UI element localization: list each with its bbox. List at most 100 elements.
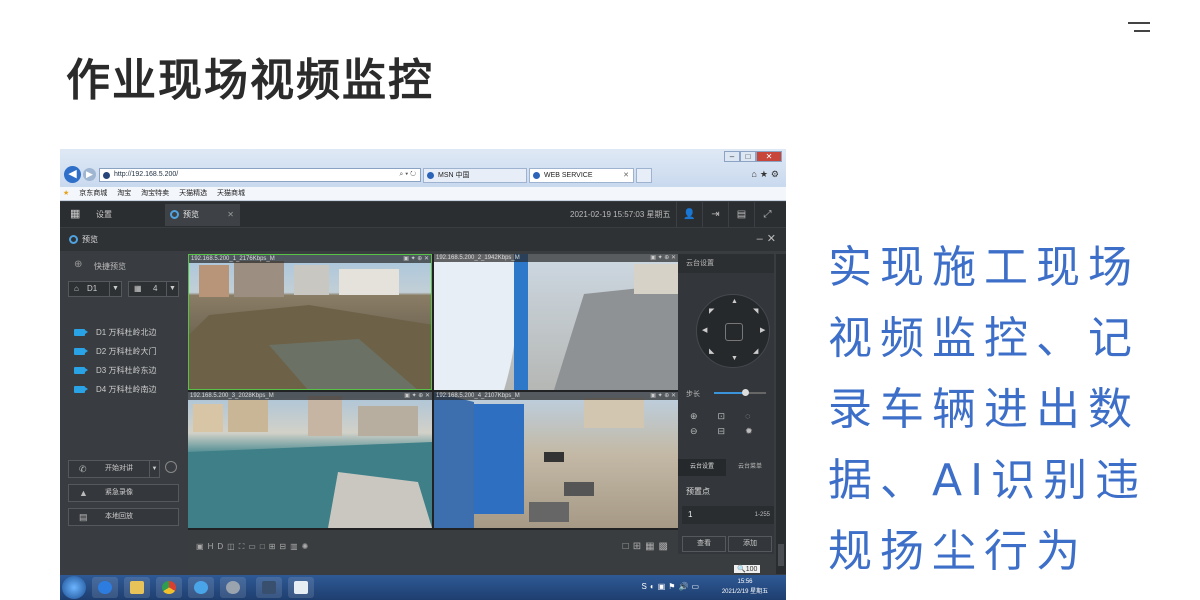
- video-tools-icon[interactable]: ▣ ✦ ⊕ ✕: [650, 392, 676, 400]
- iris-close-icon[interactable]: ✹: [745, 426, 773, 436]
- talk-button[interactable]: ✆ 开始对讲 ▼: [68, 460, 160, 478]
- home-icon[interactable]: ⌂: [751, 169, 759, 179]
- ptz-down-right-icon[interactable]: ◢: [753, 347, 758, 355]
- record-icon[interactable]: ◫: [227, 542, 239, 551]
- device-select[interactable]: ⌂ D1 ▼: [68, 281, 122, 297]
- taskbar-app[interactable]: [288, 577, 314, 598]
- focus-out-icon[interactable]: ⊟: [718, 426, 746, 436]
- ptz-up-right-icon[interactable]: ◥: [753, 307, 758, 315]
- focus-in-icon[interactable]: ⊡: [718, 411, 746, 421]
- ptz-up-left-icon[interactable]: ◤: [709, 307, 714, 315]
- grid-menu-icon[interactable]: ▦: [70, 209, 82, 220]
- video-tools-icon[interactable]: ▣ ✦ ⊕ ✕: [650, 254, 676, 262]
- tray-icon[interactable]: ◐: [650, 582, 658, 591]
- layout-select[interactable]: ▦ 4 ▼: [128, 281, 179, 297]
- maximize-icon[interactable]: □: [740, 151, 756, 162]
- network-icon[interactable]: ▣: [658, 582, 669, 591]
- quick-preview[interactable]: 快捷预览: [74, 259, 126, 272]
- ptz-up-icon[interactable]: ▲: [731, 298, 738, 305]
- layout-16-icon[interactable]: ▩: [659, 541, 672, 552]
- local-playback-button[interactable]: ▤ 本地回放: [68, 508, 179, 526]
- save-icon[interactable]: ▤: [728, 202, 754, 227]
- layout-1-icon[interactable]: □: [623, 541, 633, 552]
- ptz-left-icon[interactable]: ◀: [702, 326, 707, 334]
- grid-icon[interactable]: ⊟: [279, 542, 290, 551]
- taskbar-chrome[interactable]: [156, 577, 182, 598]
- address-tools-icon[interactable]: ⌕ ▾ ↻: [399, 169, 416, 181]
- layout-4-icon[interactable]: ⊞: [633, 541, 645, 552]
- ptz-joystick[interactable]: ▲ ▼ ◀ ▶ ◤ ◥ ◣ ◢: [696, 294, 770, 368]
- add-preset-button[interactable]: 添加: [728, 536, 772, 552]
- hd-toggle[interactable]: HD: [208, 542, 228, 551]
- logout-icon[interactable]: ⇥: [702, 202, 728, 227]
- preset-input[interactable]: 1 1-255: [682, 506, 774, 524]
- emergency-record-button[interactable]: ▲ 紧急录像: [68, 484, 179, 502]
- tab-ptz-menu[interactable]: 云台菜单: [726, 459, 774, 476]
- clock[interactable]: 15:56 2021/2/19 星期五: [710, 577, 780, 597]
- step-slider[interactable]: [714, 389, 766, 396]
- ime-icon[interactable]: S: [642, 582, 650, 591]
- list-item[interactable]: D2 万科杜岭大门: [74, 342, 184, 361]
- close-tab-icon[interactable]: ✕: [227, 204, 234, 226]
- new-tab-button[interactable]: [636, 168, 652, 183]
- video-tools-icon[interactable]: ▣ ✦ ⊕ ✕: [404, 392, 430, 400]
- taskbar-app[interactable]: [188, 577, 214, 598]
- scrollbar-thumb[interactable]: [778, 544, 784, 566]
- zoom-icon[interactable]: ⛶: [239, 542, 249, 551]
- forward-icon[interactable]: ▶: [83, 168, 96, 181]
- zoom-in-icon[interactable]: ⊕: [690, 411, 718, 421]
- chevron-down-icon[interactable]: ▼: [149, 461, 159, 477]
- ptz-down-left-icon[interactable]: ◣: [709, 347, 714, 355]
- volume-icon[interactable]: 🔊: [678, 582, 691, 591]
- video-tile-3[interactable]: 192.168.5.200_3_2028Kbps_M ▣ ✦ ⊕ ✕: [188, 392, 432, 528]
- favorites-star-icon[interactable]: ★: [63, 190, 69, 197]
- ptz-center-icon[interactable]: [725, 323, 743, 341]
- tab-preview[interactable]: 预览 ✕: [165, 204, 240, 226]
- settings-icon[interactable]: ✺: [302, 542, 313, 551]
- list-item[interactable]: D1 万科杜岭北边: [74, 323, 184, 342]
- favorite-link[interactable]: 天猫精选: [179, 190, 207, 197]
- favorite-link[interactable]: 天猫商城: [217, 190, 245, 197]
- snapshot-icon[interactable]: ▣: [196, 542, 208, 551]
- close-tab-icon[interactable]: ✕: [623, 169, 629, 183]
- favorite-link[interactable]: 淘宝: [117, 190, 131, 197]
- close-icon[interactable]: ✕: [756, 151, 782, 162]
- minimize-icon[interactable]: ‒: [724, 151, 740, 162]
- menu-icon[interactable]: [1128, 22, 1150, 34]
- user-icon[interactable]: 👤: [676, 202, 702, 227]
- iris-open-icon[interactable]: ◌: [745, 411, 770, 421]
- monitor-icon[interactable]: ▥: [290, 542, 302, 551]
- zoom-out-icon[interactable]: ⊖: [690, 426, 718, 436]
- display-icon[interactable]: ▭: [691, 582, 702, 591]
- view-preset-button[interactable]: 查看: [682, 536, 726, 552]
- start-button[interactable]: [62, 576, 86, 599]
- close-icon[interactable]: ✕: [767, 233, 780, 245]
- minimize-icon[interactable]: –: [757, 233, 767, 245]
- grid-icon[interactable]: ⊞: [269, 542, 280, 551]
- video-tile-4[interactable]: 192.168.5.200_4_2107Kbps_M ▣ ✦ ⊕ ✕: [434, 392, 678, 528]
- video-tools-icon[interactable]: ▣ ✦ ⊕ ✕: [403, 255, 429, 263]
- video-tile-1[interactable]: 192.168.5.200_1_2176Kbps_M ▣ ✦ ⊕ ✕: [188, 254, 432, 390]
- flag-icon[interactable]: ⚑: [668, 582, 678, 591]
- favorite-link[interactable]: 京东商城: [79, 190, 107, 197]
- ptz-right-icon[interactable]: ▶: [760, 326, 765, 334]
- layout-icon[interactable]: □: [260, 542, 269, 551]
- scrollbar[interactable]: [776, 254, 786, 574]
- fullscreen-icon[interactable]: ⤢: [754, 202, 780, 227]
- taskbar-ie[interactable]: [92, 577, 118, 598]
- list-item[interactable]: D3 万科杜岭东边: [74, 361, 184, 380]
- taskbar-settings[interactable]: [220, 577, 246, 598]
- tab-web-service[interactable]: WEB SERVICE ✕: [529, 168, 634, 183]
- tab-ptz-settings[interactable]: 云台设置: [678, 459, 726, 476]
- stop-icon[interactable]: ▭: [248, 542, 260, 551]
- back-icon[interactable]: ◀: [64, 166, 81, 183]
- tab-msn[interactable]: MSN 中国: [423, 168, 527, 183]
- taskbar-app[interactable]: [256, 577, 282, 598]
- address-bar[interactable]: http://192.168.5.200/ ⌕ ▾ ↻: [99, 168, 421, 182]
- layout-9-icon[interactable]: ▦: [645, 541, 658, 552]
- gear-icon[interactable]: ⚙: [771, 169, 782, 179]
- ptz-down-icon[interactable]: ▼: [731, 355, 738, 362]
- list-item[interactable]: D4 万科杜岭南边: [74, 380, 184, 399]
- star-icon[interactable]: ★: [760, 169, 771, 179]
- step-slider-handle[interactable]: [742, 389, 750, 396]
